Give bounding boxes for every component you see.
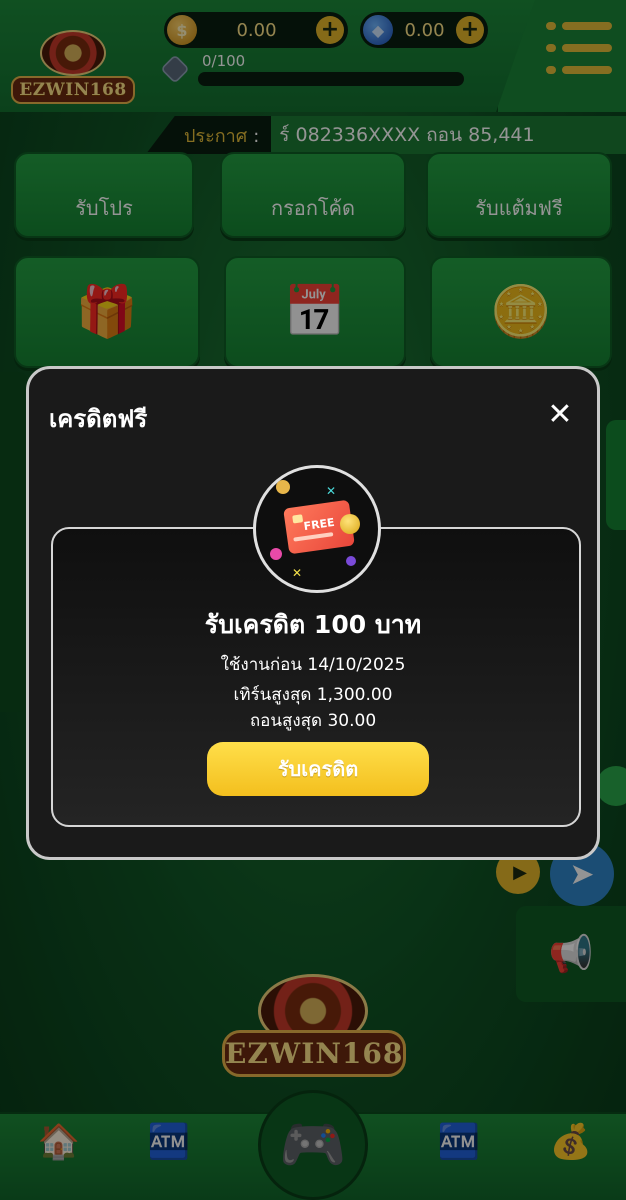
decor-dot (346, 556, 356, 566)
credit-amount-title: รับเครดิต 100 บาท (204, 610, 422, 639)
free-badge-text: FREE (302, 515, 336, 534)
decor-dot (276, 480, 290, 494)
claim-credit-button[interactable]: รับเครดิต (207, 742, 429, 796)
sparkle-icon: ✕ (292, 566, 303, 580)
expiry-text: ใช้งานก่อน 14/10/2025 (220, 655, 406, 675)
max-withdraw-text: ถอนสูงสุด 30.00 (249, 711, 377, 731)
max-turnover-text: เทิร์นสูงสุด 1,300.00 (233, 685, 393, 705)
modal-title: เครดิตฟรี (49, 405, 148, 433)
sparkle-icon: ✕ (326, 484, 337, 498)
coin-icon (340, 514, 360, 534)
free-credit-badge: FREE ✕ ✕ (253, 465, 381, 593)
free-credit-modal: เครดิตฟรี ✕ FREE ✕ ✕ รับเครดิต 100 บาท ใ… (26, 366, 600, 860)
close-icon[interactable]: ✕ (545, 397, 575, 432)
decor-dot (270, 548, 282, 560)
